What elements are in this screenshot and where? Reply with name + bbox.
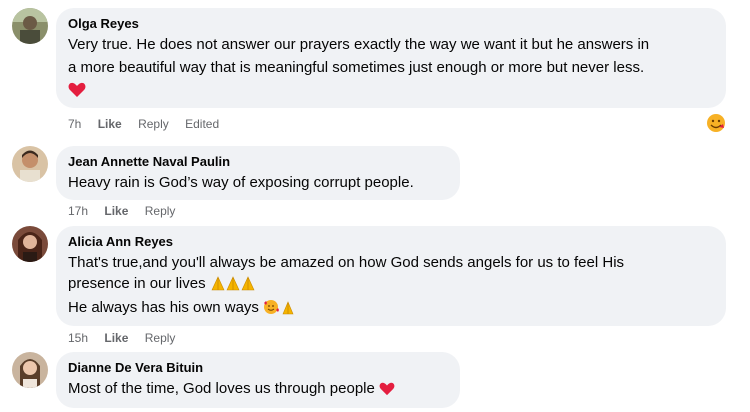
reply-button[interactable]: Reply — [138, 116, 169, 132]
comment-text: a more beautiful way that is meaningful … — [68, 59, 645, 76]
comment-text: Very true. He does not answer our prayer… — [68, 36, 650, 53]
avatar[interactable] — [12, 146, 48, 182]
edited-label[interactable]: Edited — [185, 116, 219, 132]
comment-bubble: Alicia Ann Reyes That's true,and you'll … — [56, 226, 726, 326]
avatar[interactable] — [12, 226, 48, 262]
comment-text: presence in our lives — [68, 275, 206, 292]
comment-actions: 7h Like Reply Edited — [68, 116, 232, 132]
comment-text: Most of the time, God loves us through p… — [68, 380, 375, 397]
comment-text-line: presence in our lives — [68, 273, 714, 297]
comment-jean-annette: Jean Annette Naval Paulin Heavy rain is … — [12, 146, 732, 218]
comment-time[interactable]: 17h — [68, 203, 88, 219]
reaction-emoji-icon[interactable] — [706, 113, 726, 133]
comment-bubble: Dianne De Vera Bituin Most of the time, … — [56, 352, 460, 408]
praying-hands-icon — [210, 275, 258, 297]
heart-emoji-icon — [68, 82, 86, 103]
comment-author[interactable]: Jean Annette Naval Paulin — [68, 153, 448, 170]
like-button[interactable]: Like — [104, 203, 128, 219]
comment-actions: 17h Like Reply — [68, 203, 188, 219]
comment-time[interactable]: 7h — [68, 116, 81, 132]
comment-author[interactable]: Alicia Ann Reyes — [68, 233, 714, 250]
comment-text: Heavy rain is God’s way of exposing corr… — [68, 174, 414, 191]
avatar[interactable] — [12, 352, 48, 388]
comment-author[interactable]: Olga Reyes — [68, 15, 714, 32]
comment-text: He always has his own ways — [68, 299, 259, 316]
avatar[interactable] — [12, 8, 48, 44]
comment-text-line: Most of the time, God loves us through p… — [68, 378, 448, 402]
comment-alicia-ann-reyes: Alicia Ann Reyes That's true,and you'll … — [12, 226, 732, 346]
comment-bubble: Olga Reyes Very true. He does not answer… — [56, 8, 726, 108]
like-button[interactable]: Like — [104, 330, 128, 346]
reply-button[interactable]: Reply — [145, 330, 176, 346]
reply-button[interactable]: Reply — [145, 203, 176, 219]
comment-bubble: Jean Annette Naval Paulin Heavy rain is … — [56, 146, 460, 200]
comment-olga-reyes: Olga Reyes Very true. He does not answer… — [12, 8, 732, 138]
comment-text: That's true,and you'll always be amazed … — [68, 254, 625, 271]
comment-author[interactable]: Dianne De Vera Bituin — [68, 359, 448, 376]
like-button[interactable]: Like — [98, 116, 122, 132]
comment-actions: 15h Like Reply — [68, 330, 188, 346]
heart-emoji-icon — [379, 381, 395, 402]
comment-dianne-bituin: Dianne De Vera Bituin Most of the time, … — [12, 352, 732, 412]
comment-time[interactable]: 15h — [68, 330, 88, 346]
smiling-face-with-hearts-icon — [263, 299, 297, 321]
comment-text-line: He always has his own ways — [68, 297, 714, 321]
